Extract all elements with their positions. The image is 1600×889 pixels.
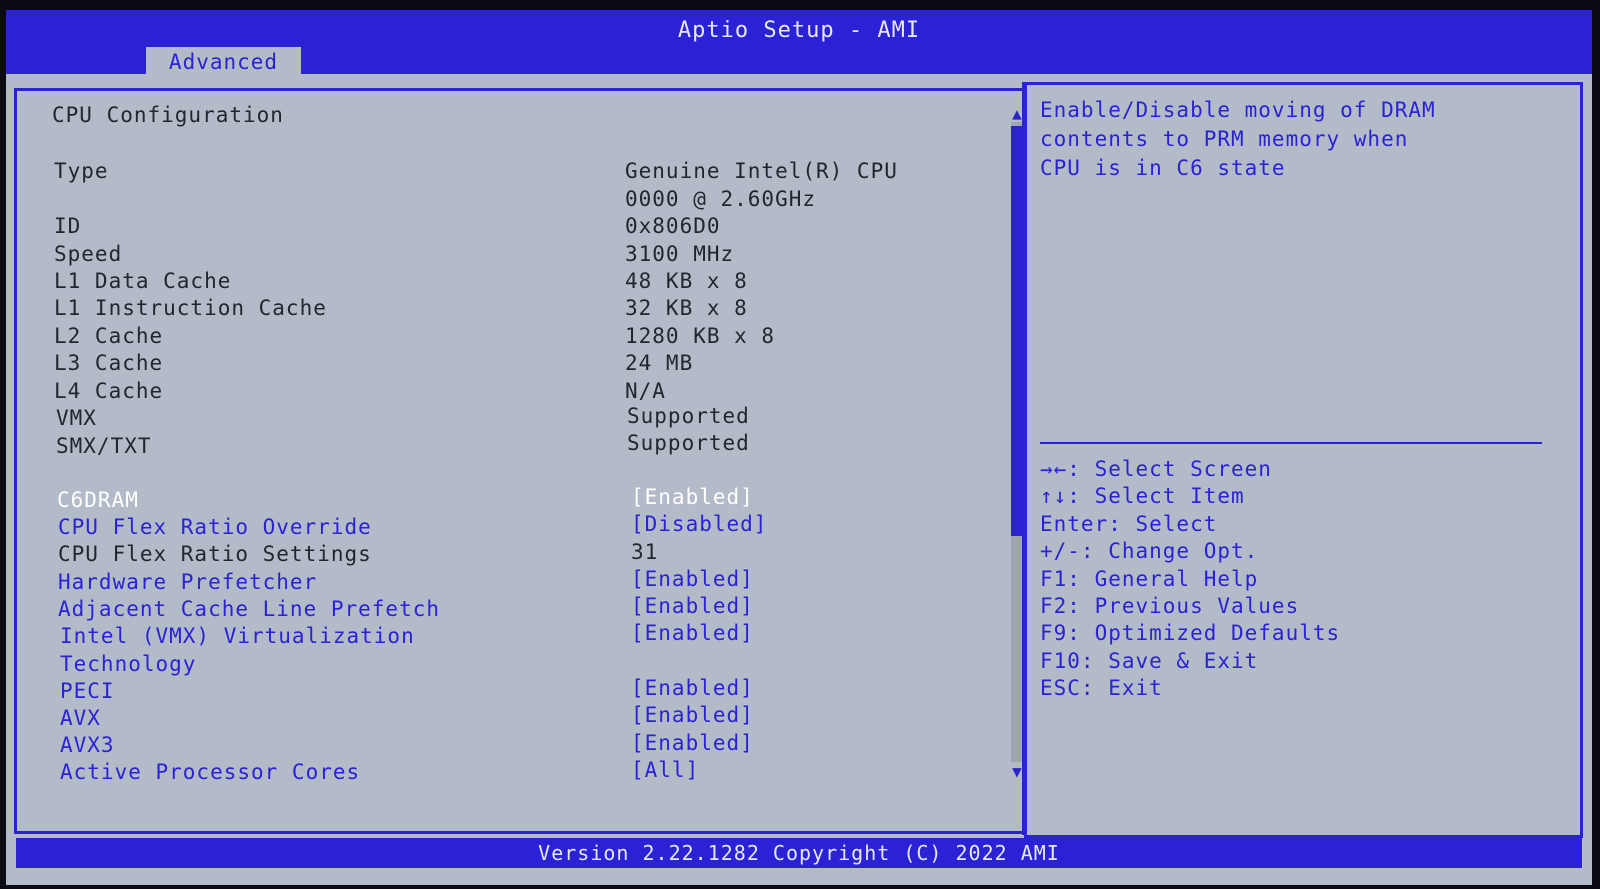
key-change-opt: +/-: Change Opt.: [1040, 539, 1259, 564]
key-select-item: ↑↓: Select Item: [1040, 484, 1245, 509]
option-cpu-flex-ratio-settings: CPU Flex Ratio Settings: [58, 542, 372, 566]
help-text: Enable/Disable moving of DRAM contents t…: [1040, 96, 1560, 183]
info-value-l3: 24 MB: [625, 351, 694, 375]
info-value-l2: 1280 KB x 8: [625, 324, 776, 348]
info-label-id: ID: [54, 214, 82, 238]
tab-advanced[interactable]: Advanced: [146, 47, 301, 76]
option-intel-vmx-virtualization-line2[interactable]: Technology: [60, 652, 196, 676]
help-line: contents to PRM memory when: [1040, 127, 1409, 151]
help-divider: [1040, 442, 1542, 444]
info-label-vmx: VMX: [56, 406, 97, 430]
info-label-l2: L2 Cache: [54, 324, 164, 348]
info-value-speed: 3100 MHz: [625, 242, 735, 266]
info-label-l3: L3 Cache: [54, 351, 164, 375]
key-escape-exit: ESC: Exit: [1040, 676, 1163, 701]
key-general-help: F1: General Help: [1040, 566, 1259, 591]
option-avx-value[interactable]: [Enabled]: [631, 703, 754, 727]
key-enter-select: Enter: Select: [1040, 511, 1218, 536]
option-peci[interactable]: PECI: [60, 679, 115, 703]
option-adjacent-cache-line-prefetch[interactable]: Adjacent Cache Line Prefetch: [58, 597, 440, 621]
option-hardware-prefetcher-value[interactable]: [Enabled]: [631, 567, 754, 591]
option-avx[interactable]: AVX: [60, 706, 101, 730]
option-active-processor-cores-value[interactable]: [All]: [631, 758, 699, 782]
info-value-l4: N/A: [625, 379, 666, 403]
option-c6dram[interactable]: C6DRAM: [57, 488, 139, 512]
key-optimized-defaults: F9: Optimized Defaults: [1040, 621, 1341, 646]
option-hardware-prefetcher[interactable]: Hardware Prefetcher: [58, 570, 317, 594]
option-c6dram-value[interactable]: [Enabled]: [631, 485, 754, 509]
info-value-l1-data: 48 KB x 8: [625, 269, 748, 293]
panel-divider: [1022, 82, 1025, 835]
info-label-l1-data: L1 Data Cache: [54, 269, 232, 293]
key-save-exit: F10: Save & Exit: [1040, 648, 1259, 673]
info-value-smx: Supported: [627, 431, 750, 455]
info-label-type: Type: [54, 159, 109, 183]
option-avx3[interactable]: AVX3: [60, 733, 115, 757]
key-select-screen: →←: Select Screen: [1040, 457, 1272, 481]
option-avx3-value[interactable]: [Enabled]: [631, 731, 754, 755]
info-label-smx: SMX/TXT: [56, 434, 152, 458]
info-value-vmx: Supported: [627, 404, 750, 428]
info-label-l4: L4 Cache: [54, 379, 164, 403]
info-value-type-line2: 0000 @ 2.60GHz: [625, 187, 817, 211]
option-intel-vmx-virtualization-value[interactable]: [Enabled]: [631, 621, 754, 645]
key-legend: →←: Select Screen ↑↓: Select Item Enter:…: [1040, 456, 1340, 703]
option-adjacent-cache-line-prefetch-value[interactable]: [Enabled]: [631, 594, 754, 618]
key-previous-values: F2: Previous Values: [1040, 594, 1300, 619]
info-value-l1-instruction: 32 KB x 8: [625, 296, 748, 320]
info-value-id: 0x806D0: [625, 214, 721, 238]
help-line: CPU is in C6 state: [1040, 156, 1286, 180]
footer-version: Version 2.22.1282 Copyright (C) 2022 AMI: [16, 838, 1582, 868]
window-title: Aptio Setup - AMI: [677, 18, 921, 43]
title-bar: Aptio Setup - AMI Advanced: [6, 10, 1592, 76]
option-cpu-flex-ratio-override[interactable]: CPU Flex Ratio Override: [58, 515, 372, 539]
option-intel-vmx-virtualization[interactable]: Intel (VMX) Virtualization: [60, 624, 415, 648]
option-peci-value[interactable]: [Enabled]: [631, 676, 754, 700]
settings-panel: [14, 88, 1023, 834]
option-cpu-flex-ratio-override-value[interactable]: [Disabled]: [631, 512, 767, 536]
info-label-l1-instruction: L1 Instruction Cache: [54, 296, 327, 320]
help-line: Enable/Disable moving of DRAM: [1040, 98, 1436, 122]
option-cpu-flex-ratio-settings-value: 31: [631, 540, 659, 564]
page-title: CPU Configuration: [52, 103, 284, 127]
info-label-speed: Speed: [54, 242, 123, 266]
bios-screen: Aptio Setup - AMI Advanced CPU Configura…: [6, 10, 1592, 885]
info-value-type: Genuine Intel(R) CPU: [625, 159, 898, 183]
option-active-processor-cores[interactable]: Active Processor Cores: [60, 760, 360, 784]
